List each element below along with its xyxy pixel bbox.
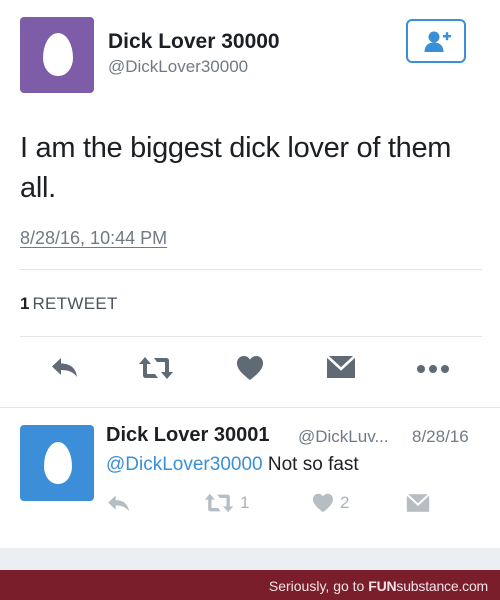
display-name[interactable]: Dick Lover 30000	[108, 30, 280, 54]
envelope-icon	[406, 492, 430, 512]
reply-text: @DickLover30000 Not so fast	[106, 454, 359, 476]
reply-button[interactable]	[50, 355, 80, 385]
avatar[interactable]	[20, 17, 94, 93]
retweet-icon	[204, 493, 234, 513]
tweet-timestamp[interactable]: 8/28/16, 10:44 PM	[20, 228, 167, 249]
reply-reply-button[interactable]	[106, 492, 132, 516]
add-user-icon	[424, 31, 451, 52]
reply-message-button[interactable]	[406, 492, 430, 516]
reply-user-handle[interactable]: @DickLuv...	[298, 427, 389, 447]
message-button[interactable]	[326, 355, 356, 385]
divider	[20, 269, 482, 270]
retweet-count-value: 1	[20, 294, 30, 313]
reply-icon	[108, 495, 129, 511]
reply-like-count: 2	[340, 492, 350, 512]
retweet-count[interactable]: 1 RETWEET	[20, 294, 118, 314]
watermark-brand: FUNsubstance.com	[368, 578, 488, 594]
heart-icon	[313, 493, 333, 512]
watermark-brand-rest: substance	[396, 578, 459, 594]
reply-retweet-count: 1	[240, 493, 250, 512]
tweet-text: I am the biggest dick lover of them all.	[20, 132, 452, 204]
watermark-prefix: Seriously, go to	[268, 578, 369, 594]
more-icon	[417, 365, 449, 373]
divider	[20, 336, 482, 337]
retweet-count-label: RETWEET	[32, 294, 118, 313]
envelope-icon	[326, 355, 356, 378]
user-handle[interactable]: @DickLover30000	[108, 57, 248, 77]
reply-retweet-button[interactable]: 1	[204, 492, 249, 516]
watermark-text: Seriously, go to FUNsubstance.com	[269, 578, 488, 594]
heart-icon	[237, 356, 263, 380]
like-button[interactable]	[236, 355, 264, 385]
reply-body: Not so fast	[262, 454, 359, 475]
watermark-brand-suffix: .com	[458, 578, 488, 594]
reply-like-button[interactable]: 2	[312, 492, 349, 516]
retweet-button[interactable]	[138, 355, 174, 385]
divider	[0, 407, 500, 408]
reply-display-name[interactable]: Dick Lover 30001	[106, 424, 269, 447]
reply-avatar[interactable]	[20, 425, 94, 501]
feed-separator	[0, 548, 500, 570]
follow-button[interactable]	[406, 19, 466, 63]
reply-date[interactable]: 8/28/16	[412, 427, 469, 447]
watermark-brand-bold: FUN	[368, 578, 397, 594]
more-button[interactable]	[416, 355, 450, 385]
reply-icon	[52, 358, 77, 377]
reply-mention-link[interactable]: @DickLover30000	[106, 454, 263, 475]
egg-avatar-icon	[43, 33, 73, 76]
retweet-icon	[139, 357, 173, 379]
egg-avatar-icon	[44, 442, 72, 484]
